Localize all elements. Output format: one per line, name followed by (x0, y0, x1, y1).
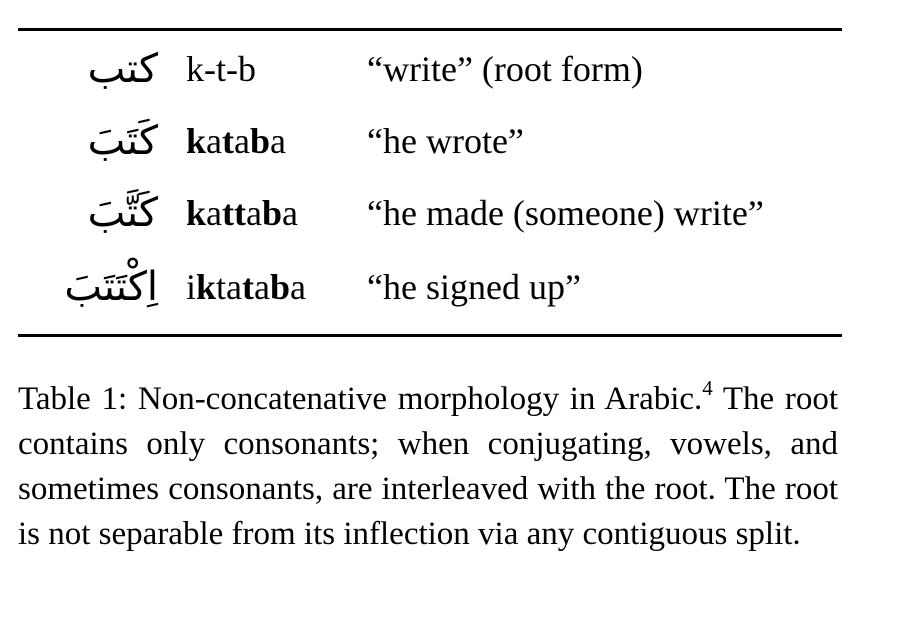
table-caption: Table 1: Non-concatenative morphology in… (18, 377, 838, 557)
root-consonant: k (196, 267, 217, 307)
root-consonant: tt (222, 193, 246, 233)
footnote-marker: 4 (702, 376, 713, 400)
inflection-letters: i (186, 267, 197, 307)
arabic-word-text: اِكْتَتَبَ (64, 264, 158, 310)
table-row: كَتَبَ kataba “he wrote” (18, 105, 842, 177)
arabic-word: كَتَّبَ (40, 177, 158, 249)
inflection-letters: a (246, 193, 262, 233)
caption-label: Table 1: (18, 381, 128, 417)
inflection-letters: k-t-b (186, 49, 256, 89)
caption-title: Non-concatenative morphology in Arabic. (137, 381, 703, 417)
gloss: “he signed up” (367, 267, 581, 307)
arabic-word-text: كتب (87, 46, 158, 92)
root-consonant: t (222, 121, 235, 161)
table-row: كتب k-t-b “write” (root form) (18, 33, 842, 105)
inflection-letters: a (282, 193, 298, 233)
root-consonant: t (242, 267, 255, 307)
inflection-letters: a (206, 193, 223, 233)
inflection-letters: a (270, 121, 287, 161)
transliteration: k-t-b (186, 33, 346, 105)
table-row: اِكْتَتَبَ i k ta t a b a “he signed up” (18, 251, 842, 323)
inflection-letters: ta (216, 267, 243, 307)
inflection-letters: a (206, 121, 223, 161)
arabic-word-text: كَتَبَ (87, 118, 158, 164)
gloss: “he made (someone) write” (367, 193, 764, 233)
arabic-word: كَتَبَ (40, 105, 158, 177)
inflection-letters: a (254, 267, 271, 307)
gloss: “he wrote” (367, 121, 524, 161)
root-consonant: k (186, 193, 207, 233)
arabic-word-text: كَتَّبَ (87, 190, 158, 236)
transliteration: kataba (186, 105, 346, 177)
gloss: “write” (root form) (367, 49, 643, 89)
root-consonant: b (261, 193, 283, 233)
inflection-letters: a (290, 267, 307, 307)
arabic-word: اِكْتَتَبَ (40, 251, 158, 323)
transliteration: k a tt a b a (186, 177, 346, 249)
morphology-table: كتب k-t-b “write” (root form) كَتَبَ kat… (18, 31, 842, 334)
arabic-word: كتب (40, 33, 158, 105)
root-consonant: b (270, 267, 291, 307)
table-row: كَتَّبَ k a tt a b a “he made (someone) write… (18, 177, 842, 249)
root-consonant: k (186, 121, 207, 161)
root-consonant: b (250, 121, 271, 161)
transliteration: i k ta t a b a (186, 251, 346, 323)
table-bottom-rule (18, 334, 842, 337)
inflection-letters: a (234, 121, 250, 161)
